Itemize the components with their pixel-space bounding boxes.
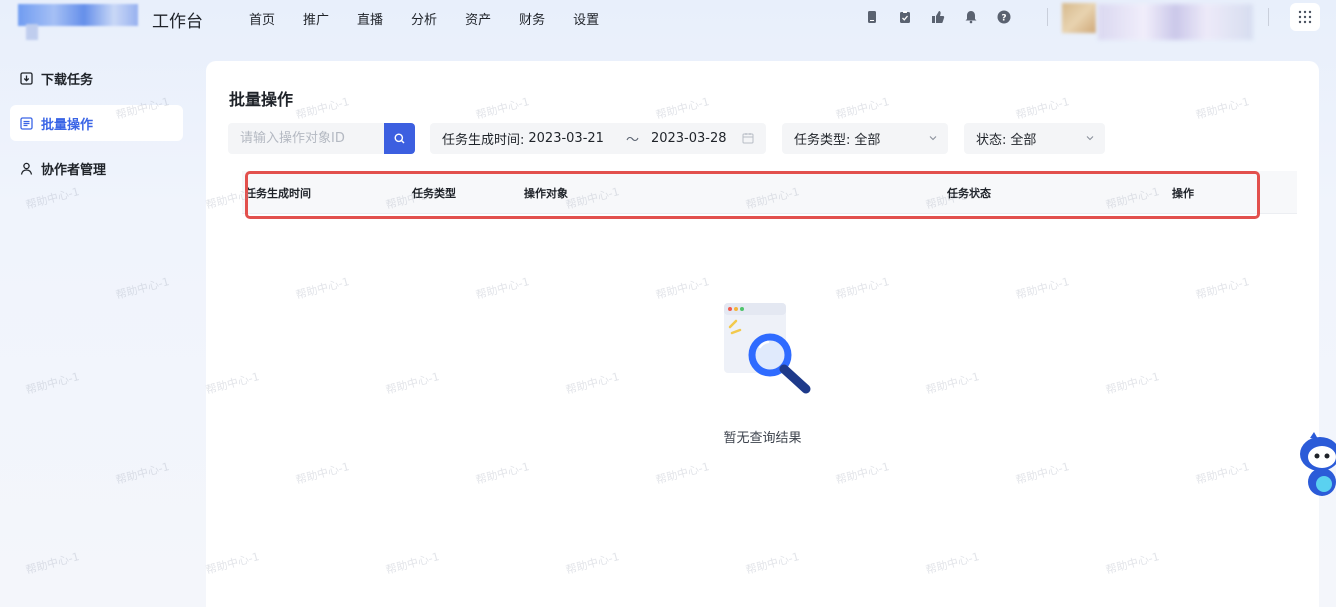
- empty-state-text: 暂无查询结果: [723, 431, 802, 446]
- status-filter-value: 全部: [1010, 133, 1037, 148]
- apps-grid-button[interactable]: [1290, 3, 1320, 31]
- date-separator: ～: [625, 133, 639, 148]
- date-start[interactable]: 2023-03-21: [528, 131, 604, 146]
- nav-item-promote[interactable]: 推广: [303, 9, 329, 28]
- task-type-select[interactable]: 任务类型: 全部: [782, 123, 948, 154]
- sidebar-item-label: 协作者管理: [41, 162, 107, 178]
- download-icon: [20, 71, 33, 85]
- type-filter-label: 任务类型:: [794, 133, 851, 148]
- nav-item-live[interactable]: 直播: [357, 9, 383, 28]
- sidebar: 下载任务 批量操作 协作者管理: [0, 60, 195, 195]
- main-panel: 批量操作 任务生成时间: 2023-03-21 ～ 2023-03-28 任务类…: [206, 61, 1319, 607]
- thumb-icon[interactable]: [930, 9, 946, 25]
- watermark: 帮助中心-1: [24, 370, 81, 397]
- nav-item-settings[interactable]: 设置: [573, 9, 599, 28]
- nav-item-finance[interactable]: 财务: [519, 9, 545, 28]
- sidebar-item-label: 批量操作: [41, 117, 94, 133]
- nav-item-assets[interactable]: 资产: [465, 9, 491, 28]
- nav-item-analysis[interactable]: 分析: [411, 9, 437, 28]
- page-title: 批量操作: [229, 90, 294, 109]
- search-input[interactable]: [228, 123, 384, 154]
- account-name[interactable]: [1098, 4, 1253, 40]
- phone-icon[interactable]: [864, 9, 880, 25]
- status-select[interactable]: 状态: 全部: [964, 123, 1105, 154]
- avatar[interactable]: [1062, 3, 1096, 33]
- top-nav: 首页 推广 直播 分析 资产 财务 设置: [249, 9, 627, 28]
- sidebar-item-collaborators[interactable]: 协作者管理: [10, 150, 183, 186]
- logo[interactable]: [18, 4, 138, 40]
- person-icon: [20, 162, 33, 175]
- divider: [1268, 8, 1269, 26]
- watermark: 帮助中心-1: [24, 550, 81, 577]
- top-bar: 工作台 首页 推广 直播 分析 资产 财务 设置 ?: [0, 0, 1336, 40]
- date-filter-label: 任务生成时间:: [442, 133, 525, 148]
- sidebar-item-download-tasks[interactable]: 下载任务: [10, 60, 183, 96]
- app-title: 工作台: [152, 12, 203, 32]
- calendar-icon: [742, 133, 754, 144]
- chevron-down-icon: [1086, 136, 1094, 141]
- svg-text:?: ?: [1001, 14, 1006, 24]
- watermark: 帮助中心-1: [114, 275, 171, 302]
- grid-icon: [1298, 10, 1312, 24]
- help-icon[interactable]: ?: [996, 9, 1012, 25]
- highlight-box: [245, 171, 1260, 219]
- date-range-filter[interactable]: 任务生成时间: 2023-03-21 ～ 2023-03-28: [430, 123, 766, 154]
- list-icon: [20, 116, 33, 130]
- sidebar-item-batch-operations[interactable]: 批量操作: [10, 105, 183, 141]
- search-icon: [394, 133, 405, 144]
- top-icons: ?: [864, 9, 1029, 25]
- sidebar-item-label: 下载任务: [41, 72, 94, 88]
- watermark: 帮助中心-1: [114, 460, 171, 487]
- assistant-mascot-icon[interactable]: [1298, 430, 1336, 500]
- nav-item-home[interactable]: 首页: [249, 9, 275, 28]
- search-button[interactable]: [384, 123, 415, 154]
- type-filter-value: 全部: [854, 133, 881, 148]
- bell-icon[interactable]: [963, 9, 979, 25]
- chevron-down-icon: [929, 136, 937, 141]
- clipboard-icon[interactable]: [897, 9, 913, 25]
- empty-search-illustration: [724, 303, 811, 394]
- divider: [1047, 8, 1048, 26]
- status-filter-label: 状态:: [976, 133, 1007, 148]
- date-end[interactable]: 2023-03-28: [651, 131, 727, 146]
